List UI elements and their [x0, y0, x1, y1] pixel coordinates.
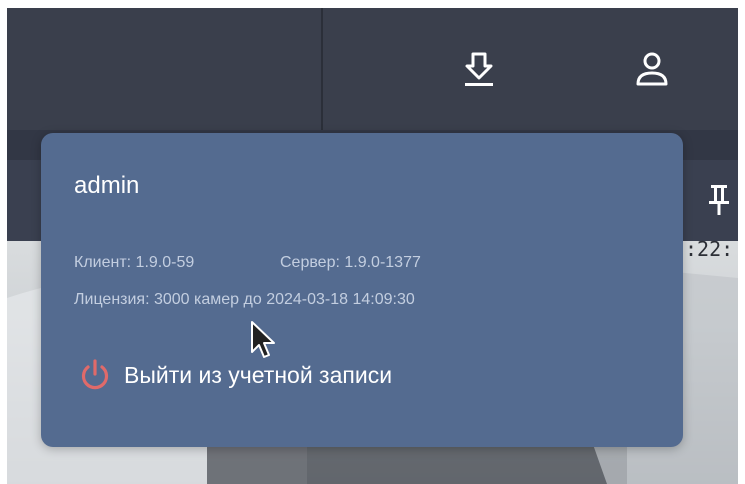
top-bar: [7, 8, 738, 130]
user-icon: [636, 52, 668, 86]
download-icon: [465, 52, 493, 86]
camera-timestamp: :22:: [685, 237, 734, 261]
client-version: Клиент: 1.9.0-59: [74, 254, 195, 271]
top-bar-divider: [321, 8, 323, 130]
power-icon: [81, 359, 109, 390]
pin-icon: [709, 185, 729, 215]
user-popup: admin Клиент: 1.9.0-59 Сервер: 1.9.0-137…: [41, 133, 683, 447]
license-info: Лицензия: 3000 камер до 2024-03-18 14:09…: [74, 291, 415, 308]
logout-button[interactable]: Выйти из учетной записи: [78, 355, 392, 395]
server-version: Сервер: 1.9.0-1377: [280, 254, 421, 271]
mouse-cursor-icon: [251, 321, 275, 358]
download-button[interactable]: [462, 50, 496, 88]
user-menu-button[interactable]: [634, 50, 670, 90]
username: admin: [74, 172, 140, 199]
pin-button[interactable]: [707, 183, 731, 217]
logout-label: Выйти из учетной записи: [124, 361, 393, 388]
